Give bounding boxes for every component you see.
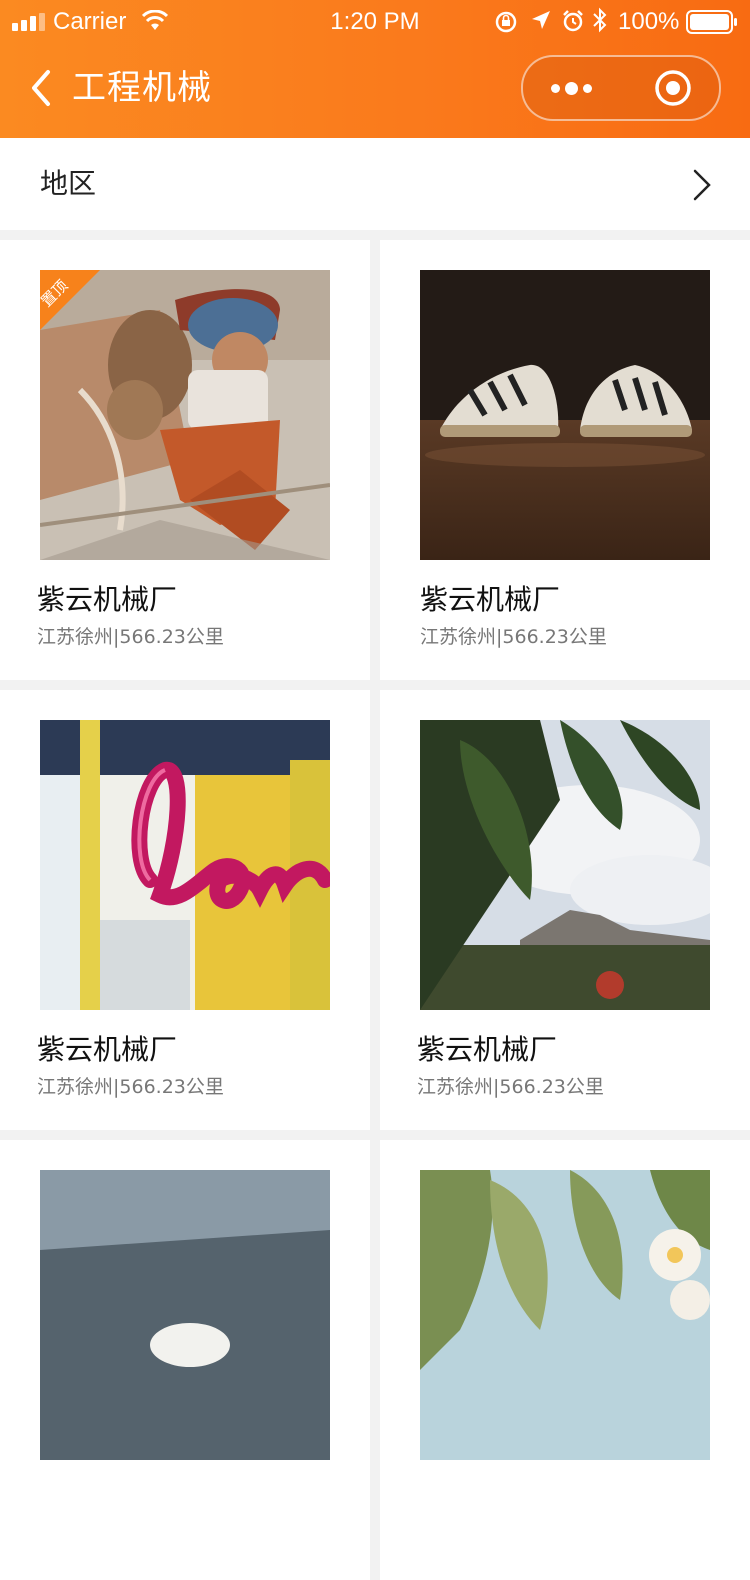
product-location: 江苏徐州|566.23公里: [420, 626, 607, 648]
more-dot: [583, 84, 592, 93]
app-header: Carrier 1:20 PM 100% 工程机械: [0, 0, 750, 138]
close-target-icon[interactable]: [621, 57, 719, 119]
product-location: 江苏徐州|566.23公里: [37, 1076, 224, 1098]
svg-text:置顶: 置顶: [40, 276, 71, 310]
battery-percentage: 100%: [618, 8, 680, 35]
golf-ball-photo: [40, 1170, 330, 1460]
mini-program-capsule: [521, 55, 721, 121]
product-card[interactable]: 紫云机械厂 江苏徐州|566.23公里: [380, 690, 750, 1130]
chevron-right-icon: [693, 169, 711, 201]
back-arrow-icon[interactable]: [24, 66, 64, 110]
product-name: 紫云机械厂: [37, 583, 178, 616]
more-options-button[interactable]: [523, 57, 621, 119]
product-image: [420, 270, 710, 560]
mountain-leaves-photo: [420, 720, 710, 1010]
plumeria-flowers-photo: [420, 1170, 710, 1460]
sneakers-photo: [420, 270, 710, 560]
rotation-lock-icon: [495, 11, 517, 33]
navigation-bar: 工程机械: [0, 44, 750, 138]
product-location: 江苏徐州|566.23公里: [417, 1076, 604, 1098]
product-location: 江苏徐州|566.23公里: [37, 626, 224, 648]
product-name: 紫云机械厂: [420, 583, 561, 616]
product-image: [40, 1170, 330, 1460]
battery-icon: [686, 10, 737, 34]
product-card[interactable]: [0, 1140, 370, 1580]
status-bar: Carrier 1:20 PM 100%: [0, 0, 750, 44]
product-image: [420, 720, 710, 1010]
product-card[interactable]: 置顶 紫云机械厂 江苏徐州|566.23公里: [0, 240, 370, 680]
product-image: [40, 720, 330, 1010]
product-image: [420, 1170, 710, 1460]
product-image: 置顶: [40, 270, 330, 560]
product-name: 紫云机械厂: [37, 1033, 178, 1066]
alarm-icon: [563, 10, 583, 32]
more-dot: [565, 82, 578, 95]
product-card[interactable]: 紫云机械厂 江苏徐州|566.23公里: [380, 240, 750, 680]
pin-top-badge-text: 置顶: [40, 276, 71, 310]
product-name: 紫云机械厂: [417, 1033, 558, 1066]
love-balloon-photo: [40, 720, 330, 1010]
more-dots-icon: [551, 84, 560, 93]
product-card[interactable]: 紫云机械厂 江苏徐州|566.23公里: [0, 690, 370, 1130]
page-title: 工程机械: [72, 68, 212, 108]
region-filter[interactable]: 地区: [0, 138, 750, 230]
region-label: 地区: [40, 167, 97, 200]
product-card[interactable]: [380, 1140, 750, 1580]
location-icon: [532, 11, 550, 29]
bluetooth-icon: [593, 7, 607, 33]
